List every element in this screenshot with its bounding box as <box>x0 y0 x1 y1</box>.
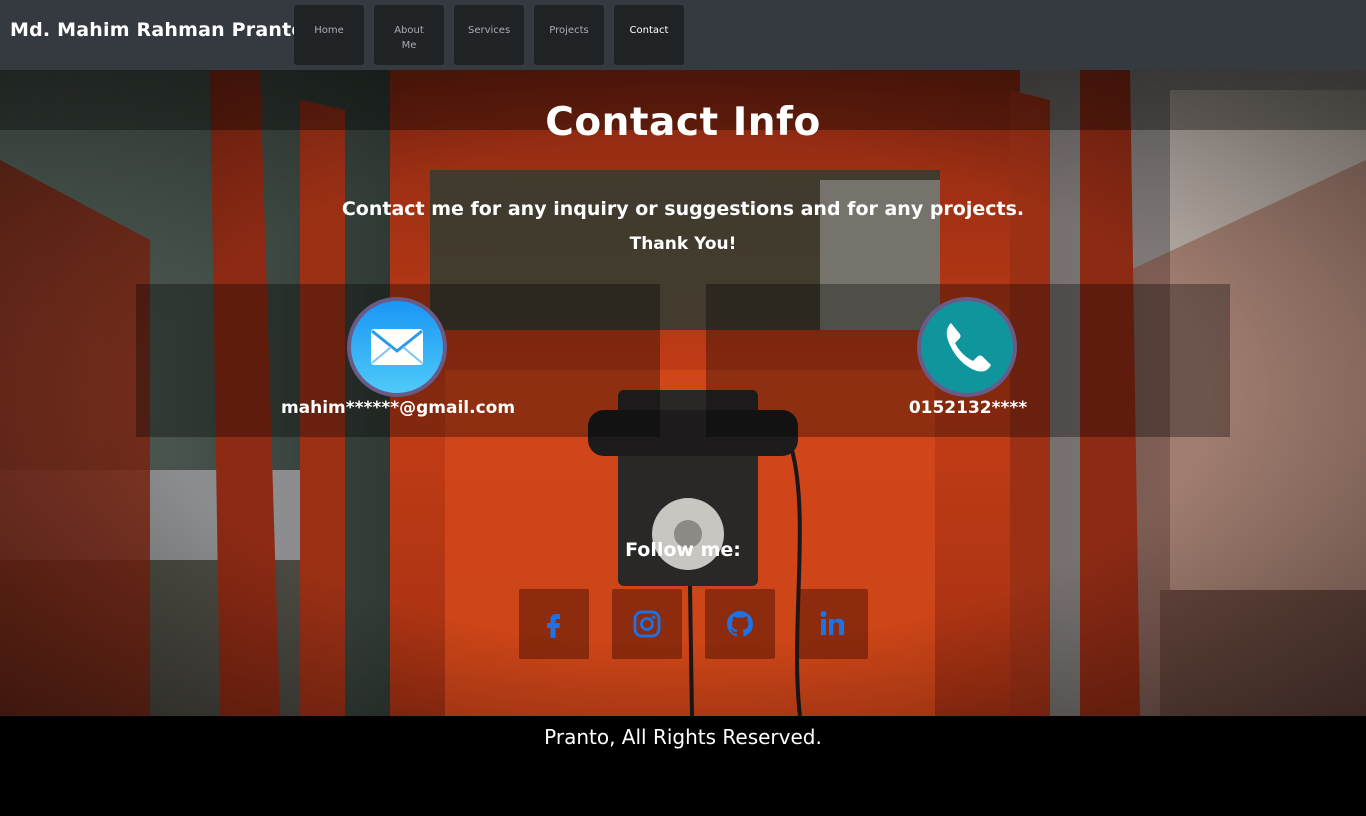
brand-name[interactable]: Md. Mahim Rahman Pranto <box>10 19 305 41</box>
phone-card: 0152132**** <box>706 284 1230 437</box>
phone-number[interactable]: 0152132**** <box>706 398 1230 418</box>
envelope-icon <box>347 297 447 397</box>
thank-you-text: Thank You! <box>629 234 737 254</box>
follow-me-label: Follow me: <box>625 539 741 561</box>
github-link[interactable] <box>705 589 775 659</box>
page-title: Contact Info <box>545 100 821 145</box>
facebook-link[interactable] <box>519 589 589 659</box>
nav-home[interactable]: Home <box>294 5 364 65</box>
copyright-text: Pranto, All Rights Reserved. <box>544 725 822 749</box>
instagram-icon <box>633 610 661 638</box>
nav-services[interactable]: Services <box>454 5 524 65</box>
nav-projects[interactable]: Projects <box>534 5 604 65</box>
navbar: Md. Mahim Rahman Pranto Home About Me Se… <box>0 0 1366 70</box>
contact-subtitle: Contact me for any inquiry or suggestion… <box>341 198 1025 220</box>
phone-icon <box>917 297 1017 397</box>
nav-contact[interactable]: Contact <box>614 5 684 65</box>
nav-about-me[interactable]: About Me <box>374 5 444 65</box>
email-card: mahim******@gmail.com <box>136 284 660 437</box>
email-address[interactable]: mahim******@gmail.com <box>136 398 660 418</box>
instagram-link[interactable] <box>612 589 682 659</box>
footer: Pranto, All Rights Reserved. <box>0 716 1366 816</box>
github-icon <box>727 611 753 637</box>
linkedin-icon <box>820 611 845 635</box>
facebook-icon <box>547 614 560 638</box>
linkedin-link[interactable] <box>798 589 868 659</box>
contact-section: Contact Info Contact me for any inquiry … <box>0 70 1366 716</box>
